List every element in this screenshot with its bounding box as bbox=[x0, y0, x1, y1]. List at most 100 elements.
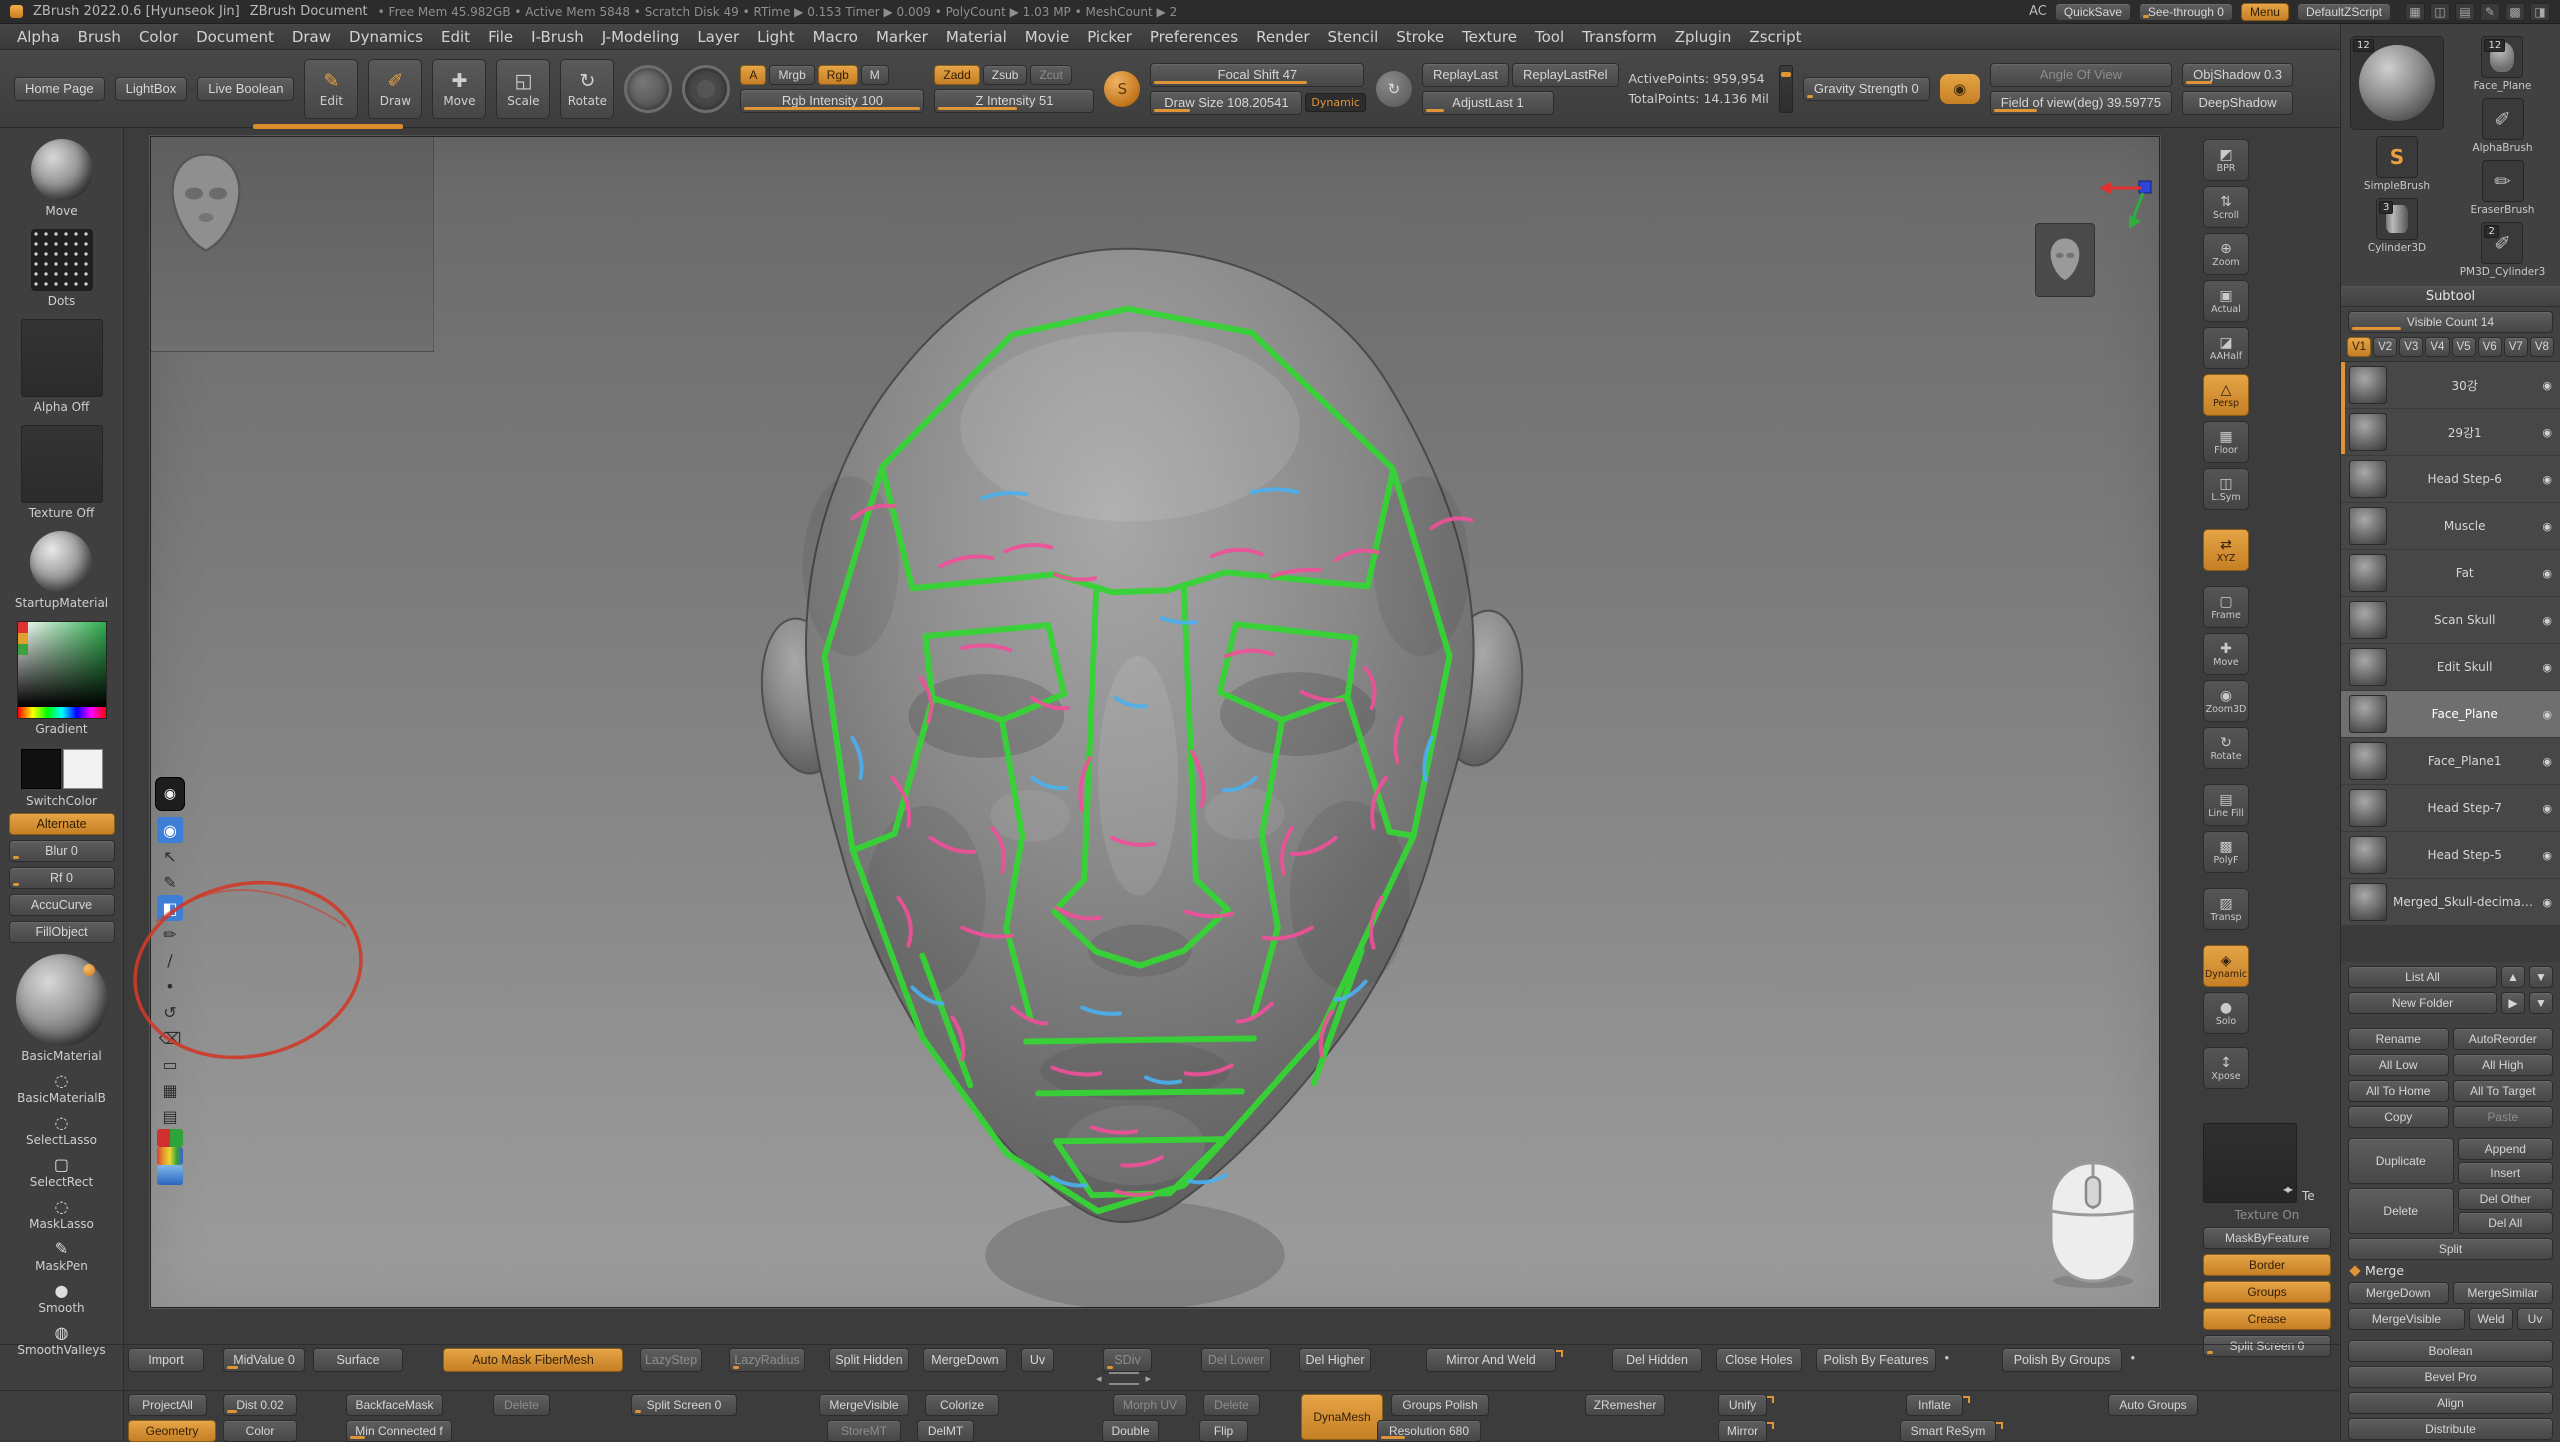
focal-shift-slider[interactable]: Focal Shift 47 bbox=[1150, 63, 1364, 87]
subtool-item[interactable]: Head Step-5 ◉ bbox=[2341, 832, 2560, 879]
mask-lasso-icon[interactable]: ◌ bbox=[55, 1198, 69, 1216]
right-shelf-button[interactable]: ↻ Rotate bbox=[2203, 727, 2249, 769]
menu-item[interactable]: Light bbox=[748, 26, 803, 48]
new-folder-button[interactable]: New Folder bbox=[2348, 992, 2497, 1014]
dock-button[interactable]: Mirror And Weld bbox=[1426, 1348, 1556, 1372]
subtool-item[interactable]: 29강1 ◉ bbox=[2341, 409, 2560, 456]
menu-item[interactable]: Tool bbox=[1526, 26, 1573, 48]
edit-doc-icon[interactable]: ✎ bbox=[2480, 3, 2500, 21]
dock-button[interactable]: Split Screen 0 bbox=[631, 1394, 737, 1416]
visibility-eye-icon[interactable]: ◉ bbox=[2542, 849, 2552, 862]
replay-last-rel-button[interactable]: ReplayLastRel bbox=[1512, 63, 1619, 87]
camera-icon[interactable]: ◉ bbox=[1940, 74, 1980, 104]
fillobject-button[interactable]: FillObject bbox=[9, 921, 115, 943]
dock-button[interactable]: Surface bbox=[313, 1348, 403, 1372]
menu-item[interactable]: File bbox=[479, 26, 522, 48]
dock-button[interactable]: Resolution 680 bbox=[1377, 1420, 1481, 1442]
eraserbrush-icon[interactable]: ✏ bbox=[2482, 160, 2524, 202]
merge-similar-button[interactable]: MergeSimilar bbox=[2453, 1282, 2554, 1304]
smooth-brush-icon[interactable]: ● bbox=[55, 1282, 69, 1300]
dock-button[interactable]: Auto Groups bbox=[2108, 1394, 2198, 1416]
menu-item[interactable]: Marker bbox=[867, 26, 937, 48]
dock-button[interactable]: Uv bbox=[1021, 1348, 1054, 1372]
deep-shadow-button[interactable]: DeepShadow bbox=[2182, 91, 2293, 115]
visibility-eye-icon[interactable]: ◉ bbox=[2542, 567, 2552, 580]
panel-splitter-arrows[interactable]: ◂▸ bbox=[2283, 1182, 2291, 1196]
visibility-eye-icon[interactable]: ◉ bbox=[2542, 426, 2552, 439]
dock-button[interactable]: Import bbox=[128, 1348, 204, 1372]
dock-button[interactable]: Auto Mask FiberMesh bbox=[443, 1348, 623, 1372]
all-low-button[interactable]: All Low bbox=[2348, 1054, 2449, 1076]
dock-button[interactable]: MidValue 0 bbox=[223, 1348, 305, 1372]
list-all-button[interactable]: List All bbox=[2348, 966, 2497, 988]
dock-button[interactable]: Morph UV bbox=[1113, 1394, 1187, 1416]
grip-right-arrow[interactable]: ▸ bbox=[1146, 1372, 1152, 1385]
version-tab[interactable]: V8 bbox=[2530, 337, 2554, 357]
gyro-button[interactable] bbox=[624, 65, 672, 113]
del-all-button[interactable]: Del All bbox=[2458, 1212, 2554, 1234]
subtool-item[interactable]: Merged_Skull-decimation2_5 ◉ bbox=[2341, 879, 2560, 926]
tool-slot[interactable]: 2✐ PM3D_Cylinder3 bbox=[2460, 222, 2546, 278]
material-thumbnail[interactable] bbox=[30, 531, 92, 593]
home-page-button[interactable]: Home Page bbox=[14, 77, 105, 101]
duplicate-button[interactable]: Duplicate bbox=[2348, 1138, 2454, 1184]
dock-button[interactable]: Unify bbox=[1718, 1394, 1767, 1416]
subtool-scroll-marker[interactable] bbox=[2341, 362, 2345, 454]
dock-resize-grip[interactable]: ◂▸ bbox=[1096, 1372, 1151, 1385]
field-of-view-slider[interactable]: Field of view(deg) 39.59775 bbox=[1990, 91, 2172, 115]
texture-grid-icon[interactable]: ▩ bbox=[2505, 3, 2525, 21]
dock-button[interactable]: DelMT bbox=[917, 1420, 974, 1442]
version-tab[interactable]: V2 bbox=[2373, 337, 2397, 357]
dock-button[interactable]: ZRemesher bbox=[1585, 1394, 1665, 1416]
tool-slot[interactable]: 3 Cylinder3D bbox=[2368, 198, 2426, 254]
split-screen-slider[interactable]: Split Screen 0 bbox=[2203, 1335, 2331, 1357]
menu-item[interactable]: Picker bbox=[1078, 26, 1141, 48]
menu-item[interactable]: Dynamics bbox=[340, 26, 432, 48]
del-other-button[interactable]: Del Other bbox=[2458, 1188, 2554, 1210]
split-button[interactable]: Split bbox=[2348, 1238, 2553, 1260]
version-tab[interactable]: V3 bbox=[2399, 337, 2423, 357]
right-shelf-button[interactable]: ⊕ Zoom bbox=[2203, 233, 2249, 275]
current-tool-thumbnail[interactable]: 12 bbox=[2350, 36, 2444, 130]
subtool-down-button[interactable]: ▼ bbox=[2529, 966, 2553, 988]
menu-item[interactable]: Stroke bbox=[1387, 26, 1453, 48]
tool-slot[interactable]: S SimpleBrush bbox=[2364, 136, 2430, 192]
menu-item[interactable]: Material bbox=[937, 26, 1016, 48]
dock-button[interactable]: Color bbox=[223, 1420, 297, 1442]
right-shelf-button[interactable]: ▨ Transp bbox=[2203, 888, 2249, 930]
mrgb-toggle[interactable]: Mrgb bbox=[769, 65, 814, 85]
delete-button[interactable]: Delete bbox=[2348, 1188, 2454, 1234]
all-to-home-button[interactable]: All To Home bbox=[2348, 1080, 2449, 1102]
dock-button[interactable]: Mirror bbox=[1718, 1420, 1767, 1442]
dock-button[interactable]: Delete bbox=[1203, 1394, 1260, 1416]
rgb-intensity-slider[interactable]: Rgb Intensity 100 bbox=[740, 89, 924, 113]
all-to-target-button[interactable]: All To Target bbox=[2453, 1080, 2554, 1102]
select-lasso-icon[interactable]: ◌ bbox=[55, 1114, 69, 1132]
dock-button[interactable]: ProjectAll bbox=[128, 1394, 207, 1416]
subtool-item[interactable]: Head Step-6 ◉ bbox=[2341, 456, 2560, 503]
menu-item[interactable]: Preferences bbox=[1141, 26, 1247, 48]
adjust-last-slider[interactable]: AdjustLast 1 bbox=[1422, 91, 1554, 115]
visibility-eye-icon[interactable]: ◉ bbox=[2542, 520, 2552, 533]
pm3d-cylinder-icon[interactable]: 2✐ bbox=[2481, 222, 2523, 264]
rotate-mode-button[interactable]: ↻ Rotate bbox=[560, 59, 614, 119]
subtool-item[interactable]: Edit Skull ◉ bbox=[2341, 644, 2560, 691]
select-rect-icon[interactable]: ▢ bbox=[54, 1156, 69, 1174]
menu-item[interactable]: Movie bbox=[1016, 26, 1078, 48]
undo-icon[interactable]: ↺ bbox=[157, 999, 183, 1025]
pixol-button[interactable] bbox=[682, 65, 730, 113]
texture-thumbnail[interactable] bbox=[21, 425, 103, 503]
version-tab[interactable]: V7 bbox=[2504, 337, 2528, 357]
paste-button[interactable]: Paste bbox=[2453, 1106, 2554, 1128]
bevel-pro-button[interactable]: Bevel Pro bbox=[2348, 1366, 2553, 1388]
replay-last-button[interactable]: ReplayLast bbox=[1422, 63, 1509, 87]
dock-button[interactable]: Dist 0.02 bbox=[223, 1394, 297, 1416]
material-b-icon[interactable]: ◌ bbox=[55, 1072, 69, 1090]
grip-handle[interactable] bbox=[1109, 1372, 1139, 1385]
visibility-eye-icon[interactable]: ◉ bbox=[2542, 379, 2552, 392]
subtool-item[interactable]: Head Step-7 ◉ bbox=[2341, 785, 2560, 832]
menu-item[interactable]: Zplugin bbox=[1666, 26, 1741, 48]
menu-item[interactable]: J-Modeling bbox=[593, 26, 689, 48]
menu-item[interactable]: Texture bbox=[1453, 26, 1526, 48]
dock-button[interactable]: MergeDown bbox=[923, 1348, 1007, 1372]
